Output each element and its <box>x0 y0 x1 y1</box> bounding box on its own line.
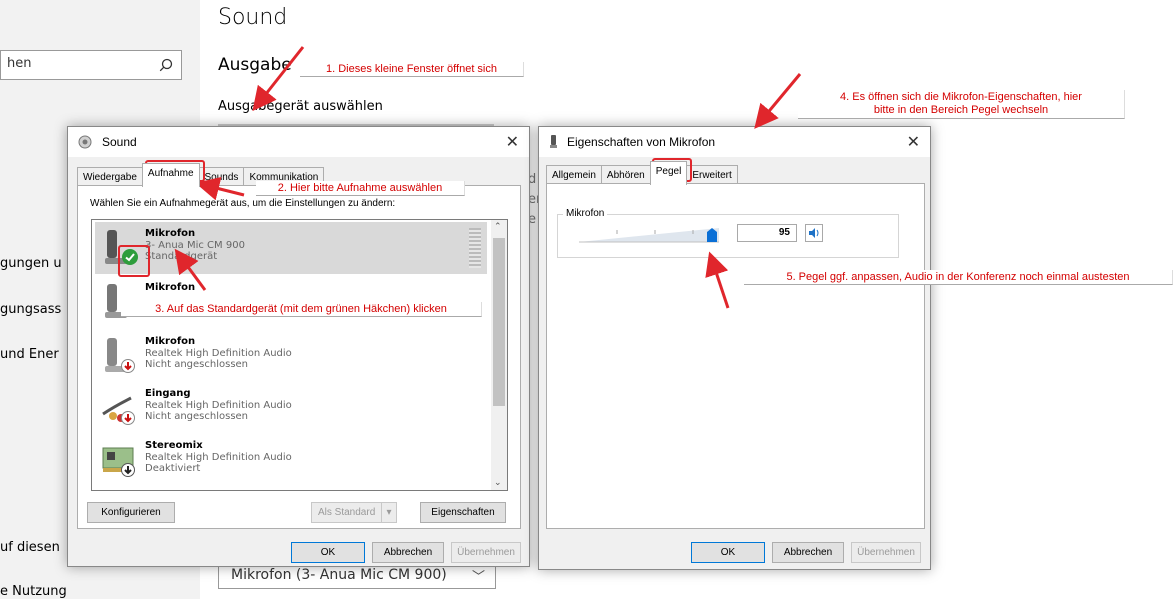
down-arrow-icon <box>121 462 135 481</box>
annotation-4-line2: bitte in den Bereich Pegel wechseln <box>873 104 1049 116</box>
nav-item-5[interactable]: e Nutzung <box>0 584 67 599</box>
mic-dialog-title: Eigenschaften von Mikrofon <box>567 135 716 149</box>
tab-sounds[interactable]: Sounds <box>198 167 245 187</box>
device-name: Mikrofon <box>145 228 196 239</box>
dropdown-arrow-icon[interactable]: ▾ <box>381 503 396 522</box>
mic-tabs: Allgemein Abhören Pegel Erweitert <box>546 161 738 185</box>
device-detail: Realtek High Definition Audio <box>145 400 292 411</box>
instruction-text: Wählen Sie ein Aufnahmegerät aus, um die… <box>90 198 396 209</box>
section-heading: Ausgabe <box>218 55 292 75</box>
device-name: Stereomix <box>145 440 203 451</box>
group-label: Mikrofon <box>563 208 608 219</box>
tab-aufnahme[interactable]: Aufnahme <box>141 163 200 187</box>
device-name: Eingang <box>145 388 191 399</box>
configure-button[interactable]: Konfigurieren <box>87 502 175 523</box>
annotation-3: 3. Auf das Standardgerät (mit dem grünen… <box>121 302 482 317</box>
apply-button[interactable]: Übernehmen <box>851 542 921 563</box>
sound-dialog-titlebar: Sound ✕ <box>68 127 529 157</box>
level-value: 95 <box>778 227 790 238</box>
device-detail: 3- Anua Mic CM 900 <box>145 240 245 251</box>
nav-item-2[interactable]: gungsass <box>0 302 61 317</box>
close-icon[interactable]: ✕ <box>907 132 920 152</box>
level-meter <box>469 228 481 268</box>
mic-dialog-titlebar: Eigenschaften von Mikrofon ✕ <box>539 127 930 157</box>
device-status: Nicht angeschlossen <box>145 411 249 422</box>
level-value-input[interactable]: 95 <box>737 224 797 242</box>
annotation-5: 5. Pegel ggf. anpassen, Audio in der Kon… <box>744 270 1173 285</box>
device-status: Nicht angeschlossen <box>145 359 249 370</box>
cancel-button[interactable]: Abbrechen <box>772 542 844 563</box>
tab-pegel[interactable]: Pegel <box>649 161 688 185</box>
nav-item-1[interactable]: gungen u <box>0 256 62 271</box>
output-device-label: Ausgabegerät auswählen <box>218 99 383 114</box>
down-arrow-icon <box>121 358 135 377</box>
list-item[interactable]: Stereomix Realtek High Definition Audio … <box>95 434 487 486</box>
device-status: Deaktiviert <box>145 463 201 474</box>
scroll-thumb[interactable] <box>493 238 505 406</box>
pegel-panel: Mikrofon 95 <box>546 183 925 529</box>
list-item[interactable]: Eingang Realtek High Definition Audio Ni… <box>95 382 487 434</box>
down-arrow-icon <box>121 410 135 429</box>
tab-erweitert[interactable]: Erweitert <box>686 165 738 185</box>
page-title: Sound <box>218 5 288 30</box>
microphone-icon <box>549 135 559 152</box>
nav-item-3[interactable]: und Ener <box>0 347 59 362</box>
input-device-value: Mikrofon (3- Anua Mic CM 900) <box>231 567 447 583</box>
device-name: Mikrofon <box>145 336 196 347</box>
close-icon[interactable]: ✕ <box>506 132 519 152</box>
properties-button[interactable]: Eigenschaften <box>420 502 506 523</box>
tab-wiedergabe[interactable]: Wiedergabe <box>77 167 143 187</box>
annotation-1: 1. Dieses kleine Fenster öffnet sich <box>300 62 524 77</box>
annotation-4: 4. Es öffnen sich die Mikrofon-Eigenscha… <box>798 90 1125 119</box>
apply-button[interactable]: Übernehmen <box>451 542 521 563</box>
tab-abhoeren[interactable]: Abhören <box>600 165 651 185</box>
annotation-2: 2. Hier bitte Aufnahme auswählen <box>256 181 465 196</box>
list-item[interactable]: Mikrofon Realtek High Definition Audio N… <box>95 330 487 382</box>
set-default-label: Als Standard <box>318 507 376 518</box>
search-text: hen <box>7 56 32 71</box>
mic-properties-dialog: Eigenschaften von Mikrofon ✕ Allgemein A… <box>538 126 931 570</box>
level-slider[interactable] <box>579 224 729 251</box>
list-item[interactable]: Mikrofon 3- Anua Mic CM 900 Standardgerä… <box>95 222 487 274</box>
chevron-down-icon: ﹀ <box>471 570 485 585</box>
tab-allgemein[interactable]: Allgemein <box>546 165 602 185</box>
device-status: Standardgerät <box>145 251 218 262</box>
recording-device-list[interactable]: Mikrofon 3- Anua Mic CM 900 Standardgerä… <box>91 219 508 491</box>
sound-dialog-title: Sound <box>102 135 137 149</box>
annotation-4-line1: 4. Es öffnen sich die Mikrofon-Eigenscha… <box>840 91 1082 103</box>
ok-button[interactable]: OK <box>691 542 765 563</box>
speaker-icon <box>78 135 92 152</box>
cancel-button[interactable]: Abbrechen <box>372 542 444 563</box>
nav-item-4[interactable]: uf diesen <box>0 540 60 555</box>
highlight-default-device <box>118 245 150 277</box>
scroll-up-icon[interactable]: ⌃ <box>494 222 502 232</box>
search-icon <box>159 57 173 76</box>
device-detail: Realtek High Definition Audio <box>145 452 292 463</box>
ok-button[interactable]: OK <box>291 542 365 563</box>
device-detail: Realtek High Definition Audio <box>145 348 292 359</box>
device-name: Mikrofon <box>145 282 196 293</box>
scroll-down-icon[interactable]: ⌄ <box>494 478 502 488</box>
set-default-button[interactable]: Als Standard ▾ <box>311 502 397 523</box>
settings-search-input[interactable]: hen <box>0 50 182 80</box>
speaker-mute-icon[interactable] <box>805 224 823 242</box>
device-list-scrollbar[interactable]: ⌃ ⌄ <box>491 220 507 490</box>
